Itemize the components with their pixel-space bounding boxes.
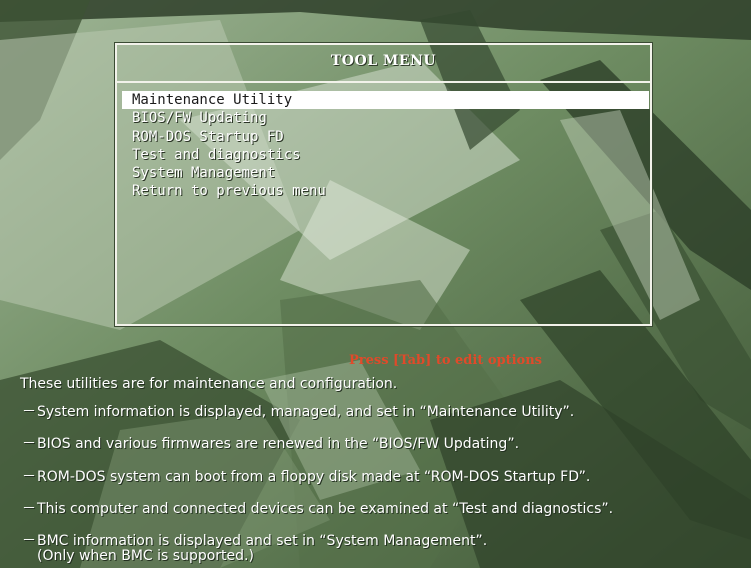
description-text: ROM-DOS system can boot from a floppy di… bbox=[37, 469, 591, 485]
dash-glyph: － bbox=[22, 501, 36, 517]
menu-title: TOOL MENU bbox=[330, 53, 437, 69]
description-text: BIOS and various firmwares are renewed i… bbox=[37, 436, 520, 452]
menu-item-rom-dos-startup-fd[interactable]: ROM-DOS Startup FD bbox=[122, 128, 649, 146]
dash-glyph: － bbox=[22, 436, 36, 452]
tool-menu-panel: TOOL MENU Maintenance Utility BIOS/FW Up… bbox=[114, 42, 653, 327]
menu-item-return-previous[interactable]: Return to previous menu bbox=[122, 182, 649, 200]
dash-glyph: － bbox=[22, 533, 36, 549]
menu-divider bbox=[117, 81, 650, 83]
menu-item-maintenance-utility[interactable]: Maintenance Utility bbox=[122, 91, 649, 110]
description-note: (Only when BMC is supported.) bbox=[37, 548, 254, 564]
dash-glyph: － bbox=[22, 404, 36, 420]
description-system-management: －BMC information is displayed and set in… bbox=[22, 534, 487, 564]
description-text: System information is displayed, managed… bbox=[37, 404, 575, 420]
tab-hint-text: Press [Tab] to edit options bbox=[348, 353, 542, 368]
description-test: －This computer and connected devices can… bbox=[22, 502, 613, 517]
description-text: BMC information is displayed and set in … bbox=[37, 533, 488, 549]
menu-list: Maintenance Utility BIOS/FW Updating ROM… bbox=[122, 91, 649, 201]
description-bios: －BIOS and various firmwares are renewed … bbox=[22, 437, 519, 452]
menu-item-test-and-diagnostics[interactable]: Test and diagnostics bbox=[122, 146, 649, 164]
description-maintenance: －System information is displayed, manage… bbox=[22, 405, 574, 420]
intro-text: These utilities are for maintenance and … bbox=[20, 376, 398, 392]
description-text: This computer and connected devices can … bbox=[37, 501, 614, 517]
dash-glyph: － bbox=[22, 469, 36, 485]
tab-hint: Press [Tab] to edit options bbox=[0, 353, 751, 368]
menu-item-bios-fw-updating[interactable]: BIOS/FW Updating bbox=[122, 109, 649, 127]
boot-screen: TOOL MENU Maintenance Utility BIOS/FW Up… bbox=[0, 0, 751, 568]
menu-item-system-management[interactable]: System Management bbox=[122, 164, 649, 182]
description-rom-dos: －ROM-DOS system can boot from a floppy d… bbox=[22, 470, 590, 485]
